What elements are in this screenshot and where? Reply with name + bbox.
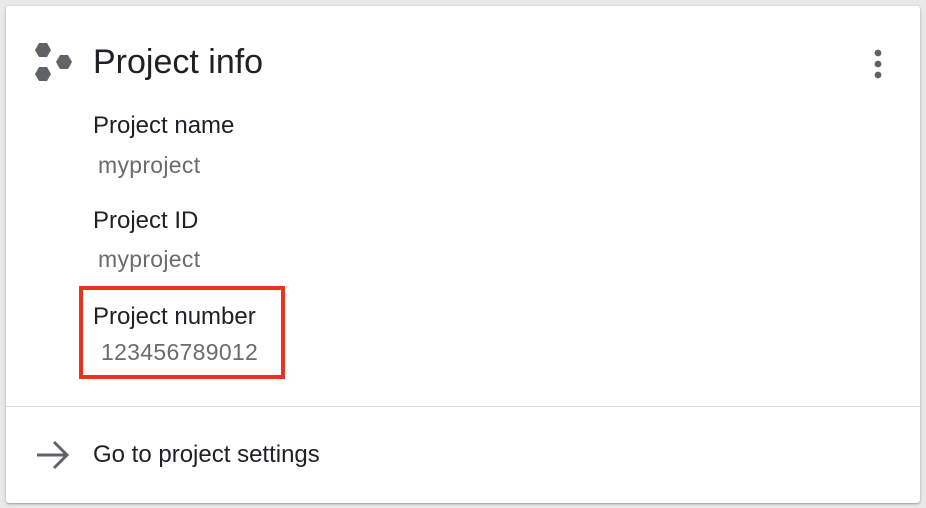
project-name-label: Project name (93, 112, 235, 139)
project-number-label: Project number (93, 303, 256, 330)
project-id-label: Project ID (93, 207, 199, 234)
arrow-right-icon (37, 440, 70, 470)
project-name-value: myproject (98, 152, 201, 178)
project-number-value: 123456789012 (101, 339, 259, 365)
go-to-project-settings-label: Go to project settings (93, 441, 320, 468)
more-vert-icon[interactable] (858, 44, 898, 84)
project-id-value: myproject (98, 246, 201, 272)
card-title: Project info (93, 43, 264, 81)
project-info-card: Project info Project name myproject Proj… (6, 6, 920, 503)
project-hexagons-icon (35, 43, 72, 81)
go-to-project-settings-link[interactable]: Go to project settings (6, 407, 920, 503)
